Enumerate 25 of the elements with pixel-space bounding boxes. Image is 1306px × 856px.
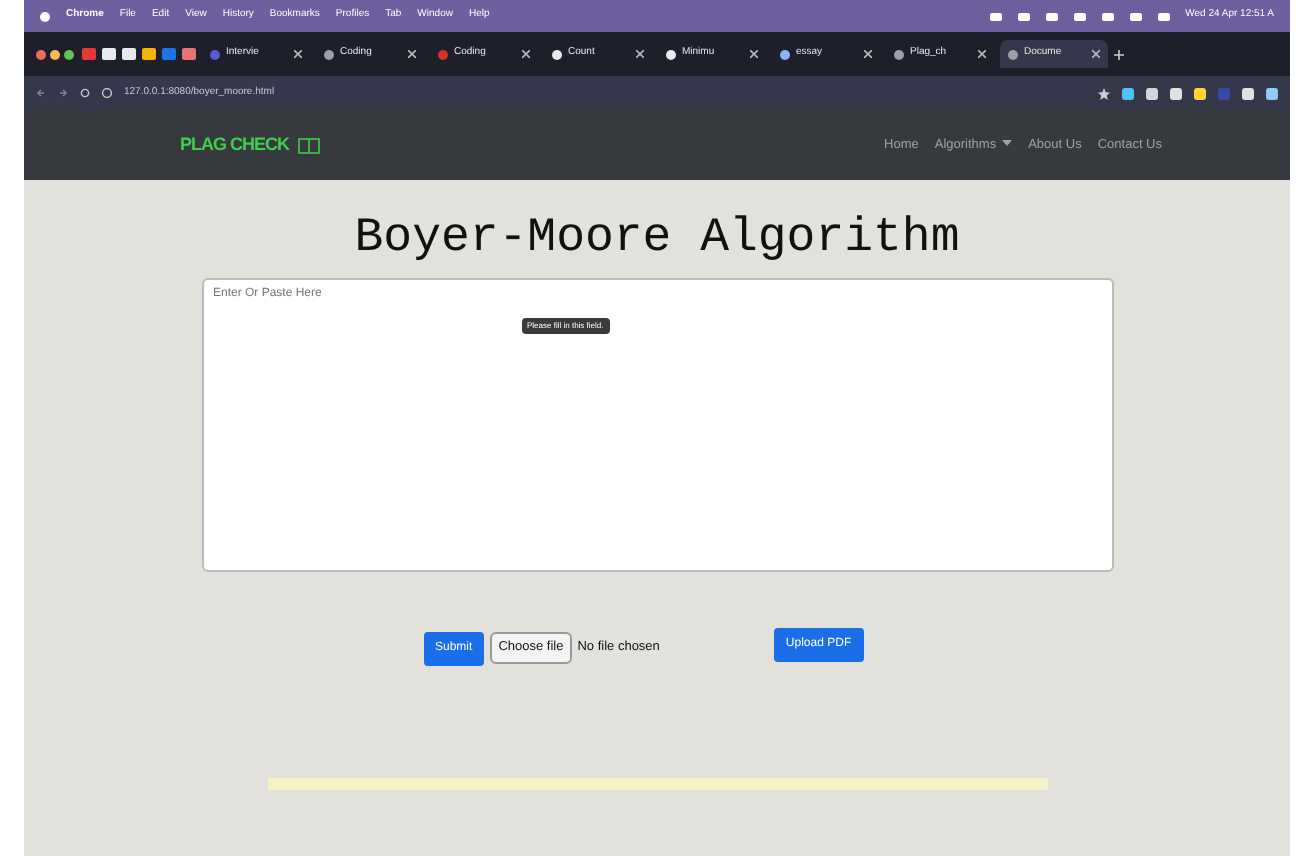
- close-icon[interactable]: [294, 50, 302, 58]
- status-icon[interactable]: [989, 11, 1002, 21]
- brand-logo[interactable]: PLAG CHECK: [180, 131, 320, 159]
- caret-icon: [1002, 140, 1013, 147]
- new-tab-icon[interactable]: [1114, 49, 1124, 59]
- forward-icon[interactable]: [58, 88, 68, 98]
- close-icon[interactable]: [978, 50, 986, 58]
- reload-icon[interactable]: [80, 88, 90, 98]
- window-controls-drawing[interactable]: [36, 49, 76, 59]
- page-title: Boyer-Moore Algorithm: [354, 212, 960, 270]
- battery-icon[interactable]: [1073, 11, 1086, 21]
- back-icon[interactable]: [36, 88, 46, 98]
- status-icon[interactable]: [1157, 11, 1170, 21]
- close-icon[interactable]: [1092, 50, 1100, 58]
- close-icon[interactable]: [636, 50, 644, 58]
- close-icon[interactable]: [750, 50, 758, 58]
- star-icon[interactable]: [1098, 87, 1110, 99]
- status-icon[interactable]: [1045, 11, 1058, 21]
- apple-icon[interactable]: [40, 10, 50, 22]
- site-info-icon[interactable]: [102, 88, 112, 98]
- close-icon[interactable]: [864, 50, 872, 58]
- close-icon[interactable]: [408, 50, 416, 58]
- status-icon[interactable]: [1017, 11, 1030, 21]
- book-icon: [297, 137, 320, 153]
- close-icon[interactable]: [522, 50, 530, 58]
